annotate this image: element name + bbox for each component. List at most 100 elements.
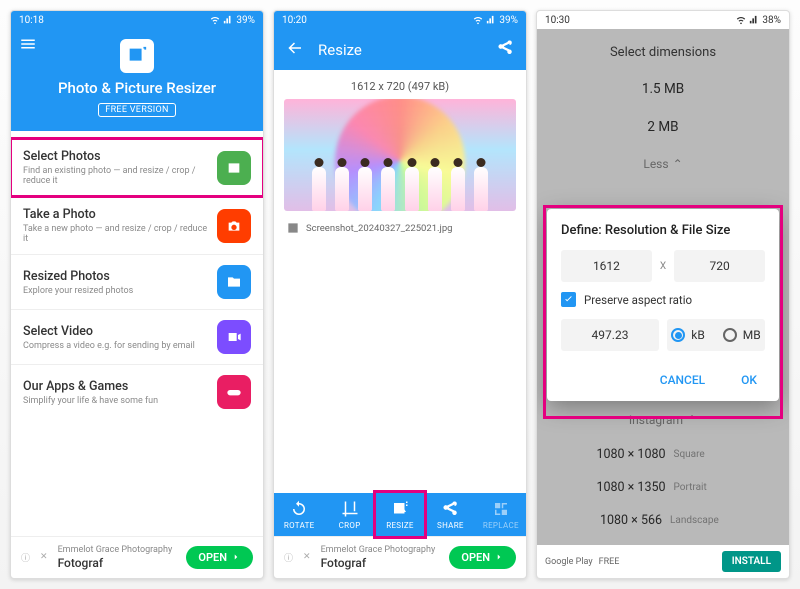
ad-open-button[interactable]: OPEN: [449, 546, 516, 569]
status-time: 10:30: [545, 15, 570, 26]
ad-line2: Fotograf: [58, 556, 179, 570]
status-bar: 10:18 39%: [11, 11, 263, 29]
ad-banner: ⓘ ✕ Emmelot Grace Photography Fotograf O…: [11, 536, 263, 578]
tool-resize[interactable]: RESIZE: [375, 493, 425, 536]
bottom-toolbar: ROTATE CROP RESIZE SHARE REPLACE: [274, 493, 526, 536]
ad-open-button[interactable]: OPEN: [186, 546, 253, 569]
chevron-right-icon: [231, 552, 241, 562]
image-preview[interactable]: [284, 99, 516, 211]
signal-icon: [749, 15, 759, 25]
apps-icon-button[interactable]: [217, 375, 251, 409]
menu-item-resized-photos[interactable]: Resized Photos Explore your resized phot…: [11, 255, 263, 310]
height-input[interactable]: 720: [674, 250, 765, 282]
ad-info-icon[interactable]: ⓘ: [21, 551, 30, 564]
menu-item-select-photos[interactable]: Select Photos Find an existing photo — a…: [11, 139, 263, 197]
gallery-icon: [226, 160, 242, 176]
ad-banner: Google Play FREE INSTALL: [537, 545, 789, 578]
status-time: 10:20: [282, 15, 307, 26]
menu-item-subtitle: Explore your resized photos: [23, 286, 209, 296]
arrow-left-icon: [286, 39, 304, 57]
ad-close-icon[interactable]: ✕: [303, 552, 311, 562]
crop-icon: [341, 500, 359, 518]
ad-info-icon[interactable]: ⓘ: [284, 551, 293, 564]
folder-icon-button[interactable]: [217, 265, 251, 299]
ad-close-icon[interactable]: ✕: [40, 552, 48, 562]
status-bar: 10:20 39%: [274, 11, 526, 29]
camera-icon: [226, 218, 242, 234]
menu-item-subtitle: Simplify your life & have some fun: [23, 396, 209, 406]
picture-icon: [126, 45, 148, 67]
status-battery: 38%: [762, 15, 781, 26]
filesize-input[interactable]: 497.23: [561, 319, 659, 351]
phone-screen-1: 10:18 39% Photo & Picture Resizer FREE V…: [10, 10, 264, 579]
back-button[interactable]: [286, 39, 304, 60]
replace-icon: [492, 500, 510, 518]
ok-button[interactable]: OK: [733, 367, 765, 393]
share-icon: [441, 500, 459, 518]
menu-button[interactable]: [19, 35, 37, 56]
menu-item-title: Resized Photos: [23, 269, 209, 284]
camera-icon-button[interactable]: [217, 209, 251, 243]
install-button[interactable]: INSTALL: [722, 551, 781, 572]
signal-icon: [223, 15, 233, 25]
video-icon-button[interactable]: [217, 320, 251, 354]
image-icon: [286, 221, 300, 235]
menu-item-title: Select Video: [23, 324, 209, 339]
status-time: 10:18: [19, 15, 44, 26]
main-menu-list: Select Photos Find an existing photo — a…: [11, 131, 263, 536]
menu-item-our-apps[interactable]: Our Apps & Games Simplify your life & ha…: [11, 365, 263, 419]
app-title: Photo & Picture Resizer: [19, 79, 255, 97]
menu-item-subtitle: Take a new photo — and resize / crop / r…: [23, 224, 209, 244]
ad-line1: Emmelot Grace Photography: [58, 545, 179, 556]
menu-item-subtitle: Compress a video e.g. for sending by ema…: [23, 341, 209, 351]
menu-item-subtitle: Find an existing photo — and resize / cr…: [23, 166, 209, 186]
menu-item-title: Select Photos: [23, 149, 209, 164]
folder-icon: [226, 274, 242, 290]
video-icon: [226, 329, 242, 345]
gallery-icon-button[interactable]: [217, 151, 251, 185]
ad-line1: Emmelot Grace Photography: [321, 545, 442, 556]
status-battery: 39%: [499, 15, 518, 26]
tool-crop[interactable]: CROP: [324, 493, 374, 536]
rotate-icon: [290, 500, 308, 518]
controller-icon: [226, 384, 242, 400]
checkbox-icon: [561, 292, 576, 307]
unit-radio-group: kB MB: [667, 319, 765, 351]
signal-icon: [486, 15, 496, 25]
radio-kb[interactable]: [671, 328, 685, 342]
aspect-ratio-checkbox[interactable]: Preserve aspect ratio: [561, 292, 765, 307]
page-title: Resize: [318, 41, 482, 59]
menu-item-select-video[interactable]: Select Video Compress a video e.g. for s…: [11, 310, 263, 365]
ad-free-label: FREE: [599, 557, 620, 567]
status-battery: 39%: [236, 15, 255, 26]
filename-row: Screenshot_20240327_225021.jpg: [274, 211, 526, 245]
ad-line2: Fotograf: [321, 556, 442, 570]
free-version-badge: FREE VERSION: [98, 103, 175, 117]
resize-topbar: Resize: [274, 29, 526, 70]
image-dimensions: 1612 x 720 (497 kB): [274, 70, 526, 99]
tool-rotate[interactable]: ROTATE: [274, 493, 324, 536]
dialog-title: Define: Resolution & File Size: [561, 223, 765, 238]
app-logo: [120, 39, 154, 73]
chevron-right-icon: [494, 552, 504, 562]
menu-item-title: Take a Photo: [23, 207, 209, 222]
wifi-icon: [210, 15, 220, 25]
width-input[interactable]: 1612: [561, 250, 652, 282]
cancel-button[interactable]: CANCEL: [652, 367, 713, 393]
radio-mb[interactable]: [723, 328, 737, 342]
tool-share[interactable]: SHARE: [425, 493, 475, 536]
wifi-icon: [473, 15, 483, 25]
menu-item-title: Our Apps & Games: [23, 379, 209, 394]
share-button[interactable]: [496, 39, 514, 60]
menu-icon: [19, 35, 37, 53]
menu-item-take-photo[interactable]: Take a Photo Take a new photo — and resi…: [11, 197, 263, 255]
ad-banner: ⓘ ✕ Emmelot Grace Photography Fotograf O…: [274, 536, 526, 578]
resize-icon: [391, 500, 409, 518]
app-header: Photo & Picture Resizer FREE VERSION: [11, 29, 263, 131]
tool-replace[interactable]: REPLACE: [476, 493, 526, 536]
share-icon: [496, 39, 514, 57]
x-separator: X: [660, 261, 666, 272]
wifi-icon: [736, 15, 746, 25]
resize-dialog: Define: Resolution & File Size 1612 X 72…: [547, 209, 779, 401]
phone-screen-3: 10:30 38% Select dimensions 1.5 MB 2 MB …: [536, 10, 790, 579]
